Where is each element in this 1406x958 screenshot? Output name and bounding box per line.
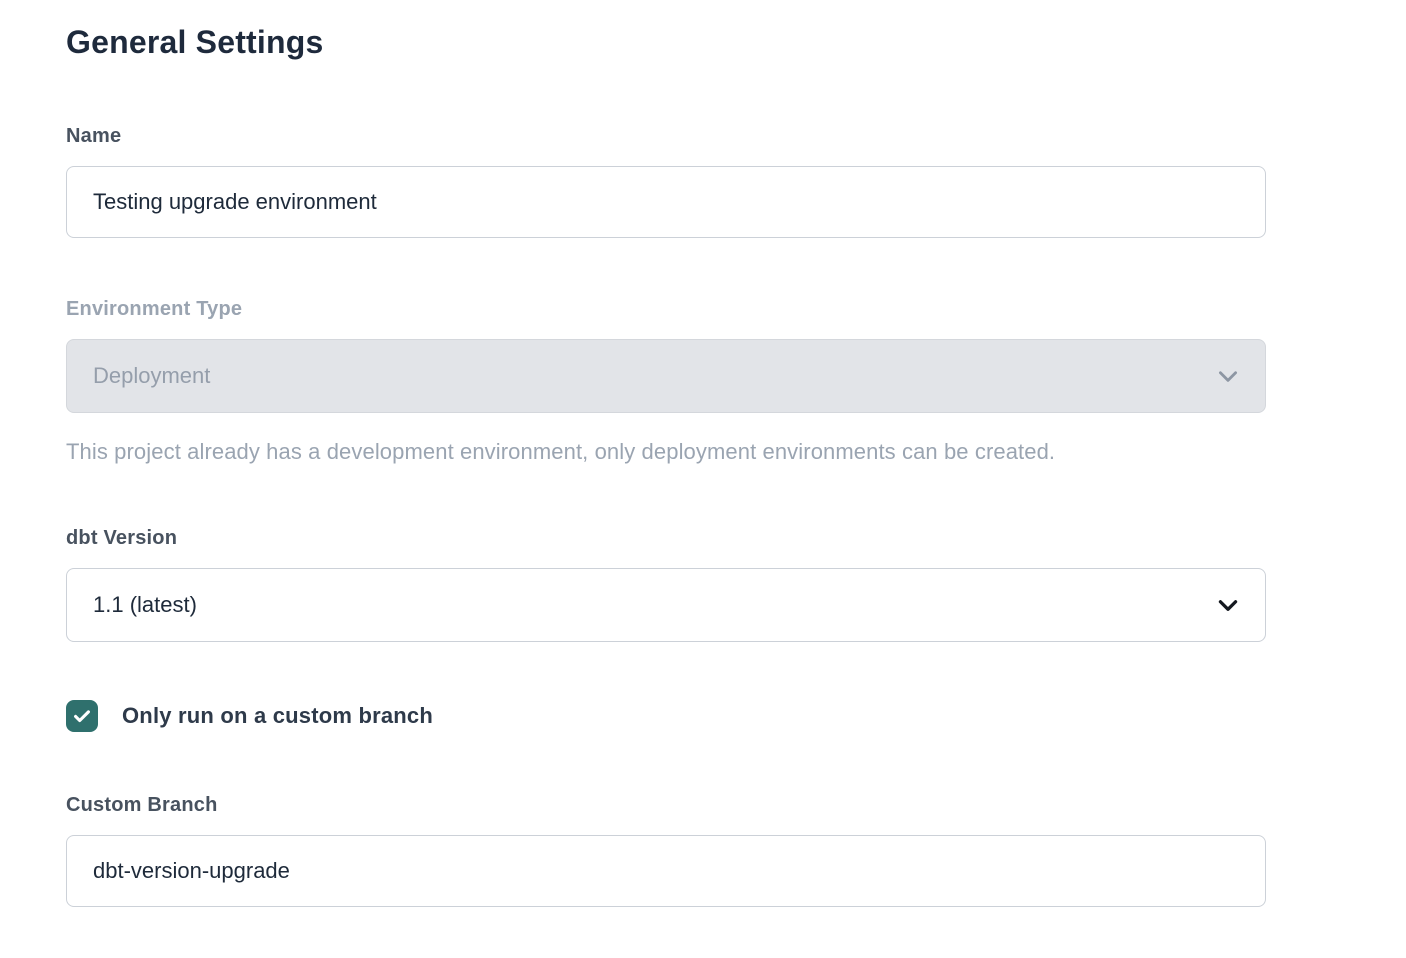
custom-branch-field-group: Custom Branch [66,794,1266,907]
page-title: General Settings [66,24,1266,61]
environment-type-help-text: This project already has a development e… [66,439,1266,465]
settings-form: General Settings Name Environment Type D… [66,24,1266,907]
custom-branch-checkbox-row: Only run on a custom branch [66,700,1266,732]
environment-type-label: Environment Type [66,298,1266,321]
name-label: Name [66,125,1266,148]
environment-type-select: Deployment [66,339,1266,413]
environment-type-selected-value: Deployment [93,363,210,389]
custom-branch-checkbox-label: Only run on a custom branch [122,703,433,729]
dbt-version-label: dbt Version [66,527,1266,550]
chevron-down-icon [1215,592,1241,618]
custom-branch-input[interactable] [66,835,1266,907]
dbt-version-field-group: dbt Version 1.1 (latest) [66,527,1266,642]
name-input[interactable] [66,166,1266,238]
checkmark-icon [71,705,93,727]
general-settings-page: General Settings Name Environment Type D… [0,0,1406,958]
custom-branch-checkbox[interactable] [66,700,98,732]
name-field-group: Name [66,125,1266,238]
chevron-down-icon [1215,363,1241,389]
custom-branch-label: Custom Branch [66,794,1266,817]
dbt-version-select[interactable]: 1.1 (latest) [66,568,1266,642]
environment-type-field-group: Environment Type Deployment This project… [66,298,1266,465]
dbt-version-selected-value: 1.1 (latest) [93,592,197,618]
